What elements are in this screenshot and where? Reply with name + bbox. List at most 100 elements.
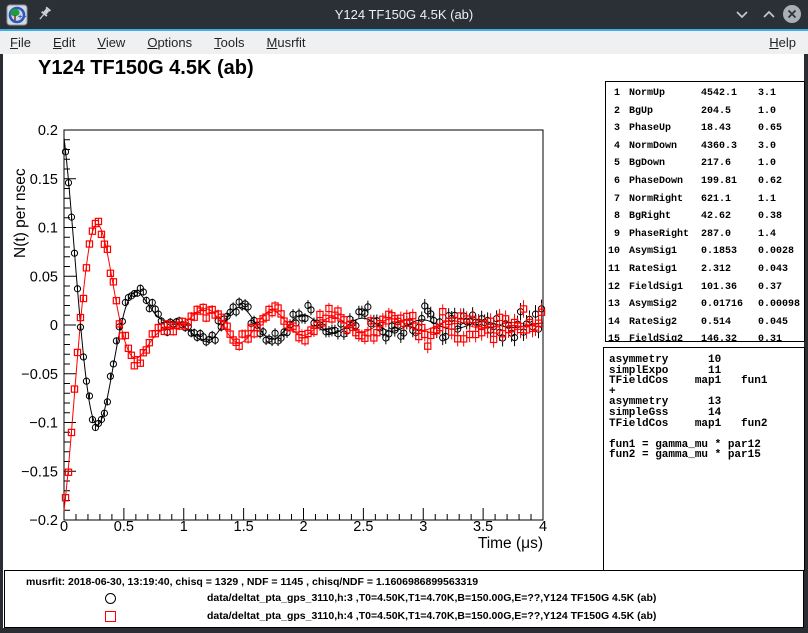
param-pn: NormUp bbox=[629, 85, 701, 103]
param-pe: 3.1 bbox=[758, 85, 804, 103]
param-pn: RateSig1 bbox=[629, 261, 701, 279]
param-row: 12FieldSig1101.360.37 bbox=[606, 279, 804, 297]
param-pn: NormDown bbox=[629, 138, 701, 156]
menu-item-edit[interactable]: Edit bbox=[53, 31, 75, 54]
fit-parameters-box[interactable]: 1NormUp4542.13.12BgUp204.51.03PhaseUp18.… bbox=[605, 81, 805, 342]
param-pe: 0.043 bbox=[758, 261, 804, 279]
menu-item-help[interactable]: Help bbox=[769, 31, 796, 54]
legend-entry: data/deltat_pta_gps_3110,h:3 ,T0=4.50K,T… bbox=[5, 592, 803, 606]
param-pe: 1.0 bbox=[758, 155, 804, 173]
param-pe: 0.38 bbox=[758, 208, 804, 226]
param-pe: 3.0 bbox=[758, 138, 804, 156]
param-pi: 6 bbox=[606, 173, 620, 191]
window-title: Y124 TF150G 4.5K (ab) bbox=[0, 0, 808, 29]
svg-text:0: 0 bbox=[60, 519, 68, 535]
param-row: 7NormRight621.11.1 bbox=[606, 191, 804, 209]
param-pv: 0.514 bbox=[701, 314, 758, 332]
app-window: ++ Y124 TF150G 4.5K (ab) bbox=[0, 0, 808, 633]
param-pi: 11 bbox=[606, 261, 620, 279]
titlebar: ++ Y124 TF150G 4.5K (ab) bbox=[0, 0, 808, 29]
param-pv: 204.5 bbox=[701, 103, 758, 121]
param-pn: AsymSig1 bbox=[629, 243, 701, 261]
param-pi: 3 bbox=[606, 120, 620, 138]
param-pe: 0.00098 bbox=[758, 296, 804, 314]
svg-text:0: 0 bbox=[50, 318, 58, 334]
param-pe: 0.045 bbox=[758, 314, 804, 332]
close-button[interactable] bbox=[781, 3, 803, 25]
param-pi: 12 bbox=[606, 279, 620, 297]
param-pi: 1 bbox=[606, 85, 620, 103]
param-pv: 146.32 bbox=[701, 331, 758, 342]
legend-label: data/deltat_pta_gps_3110,h:4 ,T0=4.50K,T… bbox=[207, 610, 656, 622]
menu-item-view[interactable]: View bbox=[97, 31, 125, 54]
svg-text:−0.2: −0.2 bbox=[29, 513, 58, 529]
param-pn: BgUp bbox=[629, 103, 701, 121]
chevron-down-icon bbox=[731, 4, 753, 26]
param-pv: 621.1 bbox=[701, 191, 758, 209]
param-row: 9 PhaseRight287.01.4 bbox=[606, 226, 804, 244]
param-pi: 2 bbox=[606, 103, 620, 121]
param-row: 11 RateSig12.3120.043 bbox=[606, 261, 804, 279]
fit-info-line: musrfit: 2018-06-30, 13:19:40, chisq = 1… bbox=[26, 576, 478, 588]
param-pv: 287.0 bbox=[701, 226, 758, 244]
param-row: 14RateSig20.5140.045 bbox=[606, 314, 804, 332]
param-pv: 4542.1 bbox=[701, 85, 758, 103]
theory-box[interactable]: asymmetry 10 simplExpo 11 TFieldCos map1… bbox=[603, 347, 805, 571]
series-open-circle bbox=[62, 149, 544, 431]
param-pe: 0.65 bbox=[758, 120, 804, 138]
legend-entry: data/deltat_pta_gps_3110,h:4 ,T0=4.50K,T… bbox=[5, 610, 803, 624]
legend-label: data/deltat_pta_gps_3110,h:3 ,T0=4.50K,T… bbox=[207, 592, 656, 604]
param-pn: PhaseRight bbox=[629, 226, 701, 244]
svg-text:0.2: 0.2 bbox=[38, 123, 58, 139]
param-row: 15FieldSig2146.320.31 bbox=[606, 331, 804, 342]
param-pe: 0.31 bbox=[758, 331, 804, 342]
param-pi: 13 bbox=[606, 296, 620, 314]
param-pv: 101.36 bbox=[701, 279, 758, 297]
param-pv: 199.81 bbox=[701, 173, 758, 191]
param-row: 1 NormUp4542.13.1 bbox=[606, 85, 804, 103]
param-pn: PhaseDown bbox=[629, 173, 701, 191]
param-row: 13 AsymSig20.017160.00098 bbox=[606, 296, 804, 314]
svg-text:0.5: 0.5 bbox=[114, 519, 134, 535]
menu-item-musrfit[interactable]: Musrfit bbox=[267, 31, 306, 54]
param-pi: 8 bbox=[606, 208, 620, 226]
param-pe: 0.0028 bbox=[758, 243, 804, 261]
maximize-button[interactable] bbox=[758, 4, 780, 26]
param-pi: 4 bbox=[606, 138, 620, 156]
param-row: 2BgUp204.51.0 bbox=[606, 103, 804, 121]
plot-data bbox=[62, 138, 544, 511]
svg-text:−0.05: −0.05 bbox=[21, 367, 58, 383]
param-row: 3PhaseUp18.430.65 bbox=[606, 120, 804, 138]
param-pe: 0.37 bbox=[758, 279, 804, 297]
legend-box[interactable]: musrfit: 2018-06-30, 13:19:40, chisq = 1… bbox=[4, 570, 804, 628]
param-pe: 1.1 bbox=[758, 191, 804, 209]
open-square-icon bbox=[105, 611, 116, 622]
minimize-button[interactable] bbox=[731, 4, 753, 26]
param-pn: RateSig2 bbox=[629, 314, 701, 332]
param-row: 6 PhaseDown199.810.62 bbox=[606, 173, 804, 191]
menu-item-file[interactable]: File bbox=[10, 31, 31, 54]
menu-item-options[interactable]: Options bbox=[147, 31, 192, 54]
param-pv: 0.1853 bbox=[701, 243, 758, 261]
param-pn: AsymSig2 bbox=[629, 296, 701, 314]
svg-text:3: 3 bbox=[419, 519, 427, 535]
svg-text:3.5: 3.5 bbox=[473, 519, 493, 535]
svg-text:0.1: 0.1 bbox=[38, 221, 58, 237]
circle-x-icon bbox=[781, 3, 803, 25]
root-canvas[interactable]: Y124 TF150G 4.5K (ab) 0.20.150.10.050−0.… bbox=[0, 54, 808, 633]
param-pv: 0.01716 bbox=[701, 296, 758, 314]
param-pi: 5 bbox=[606, 155, 620, 173]
menu-item-tools[interactable]: Tools bbox=[214, 31, 244, 54]
plot-pad[interactable]: 0.20.150.10.050−0.05−0.1−0.15−0.200.511.… bbox=[3, 54, 603, 570]
svg-text:0.15: 0.15 bbox=[30, 172, 58, 188]
param-pe: 1.4 bbox=[758, 226, 804, 244]
svg-text:4: 4 bbox=[539, 519, 547, 535]
param-pv: 2.312 bbox=[701, 261, 758, 279]
param-pe: 0.62 bbox=[758, 173, 804, 191]
param-pv: 18.43 bbox=[701, 120, 758, 138]
param-pv: 4360.3 bbox=[701, 138, 758, 156]
param-row: 8BgRight42.620.38 bbox=[606, 208, 804, 226]
param-pi: 9 bbox=[606, 226, 620, 244]
open-circle-icon bbox=[105, 593, 116, 604]
svg-text:2.5: 2.5 bbox=[353, 519, 373, 535]
